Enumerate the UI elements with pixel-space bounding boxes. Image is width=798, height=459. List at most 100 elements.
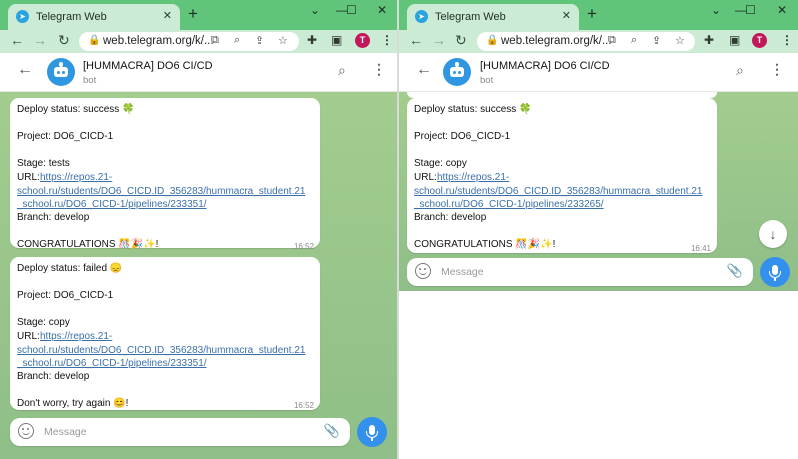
search-icon[interactable]: ⌕ bbox=[736, 62, 744, 79]
message-project: Project: DO6_CICD-1 bbox=[414, 131, 511, 142]
extensions-icon[interactable]: ✚ bbox=[704, 33, 714, 47]
install-app-icon[interactable]: ⧉ bbox=[211, 34, 219, 47]
tab-strip: ➤ Telegram Web ✕ + ⌄ — ☐ ✕ bbox=[399, 0, 798, 30]
plus-icon[interactable]: + bbox=[188, 4, 198, 24]
message-stage: Stage: copy bbox=[17, 317, 70, 328]
message-project: Project: DO6_CICD-1 bbox=[17, 131, 114, 142]
message-time: 16:41 bbox=[690, 244, 711, 253]
window-chevron-icon[interactable]: ⌄ bbox=[711, 3, 721, 17]
back-arrow-icon[interactable]: ← bbox=[17, 61, 33, 79]
reload-icon[interactable]: ↻ bbox=[455, 32, 467, 49]
arrow-right-icon[interactable]: → bbox=[432, 32, 446, 48]
address-bar[interactable]: 🔒 web.telegram.org/k/... ⧉ ⌕ ⇪ ☆ bbox=[477, 32, 695, 51]
back-arrow-icon[interactable]: ← bbox=[416, 61, 432, 79]
message-url-link[interactable]: https://repos.21- bbox=[40, 172, 112, 183]
close-window-icon[interactable]: ✕ bbox=[377, 3, 387, 17]
install-app-icon[interactable]: ⧉ bbox=[608, 34, 616, 47]
chat-header: ← [HUMMACRA] DO6 CI/CD bot ⌕ ⋮ bbox=[0, 53, 397, 92]
browser-toolbar: ← → ↻ 🔒 web.telegram.org/k/... ⧉ ⌕ ⇪ ☆ ✚… bbox=[399, 30, 798, 53]
window-chevron-icon[interactable]: ⌄ bbox=[310, 3, 320, 17]
message-url-link[interactable]: school.ru/students/DO6_CICD.ID_356283/hu… bbox=[17, 186, 306, 197]
smile-icon[interactable] bbox=[18, 423, 34, 439]
message-stage: Stage: tests bbox=[17, 158, 70, 169]
kebab-icon[interactable]: ⋮ bbox=[372, 61, 386, 78]
microphone-icon[interactable] bbox=[760, 257, 790, 287]
message-footer: CONGRATULATIONS 🎊🎉✨! bbox=[17, 239, 159, 250]
message-url-link[interactable]: school.ru/students/DO6_CICD.ID_356283/hu… bbox=[414, 186, 703, 197]
message-branch: Branch: develop bbox=[414, 212, 487, 223]
message-composer[interactable]: Message 📎 bbox=[407, 258, 753, 286]
plus-icon[interactable]: + bbox=[587, 4, 597, 24]
chat-area: Deploy status: success 🍀 Project: DO6_CI… bbox=[0, 92, 397, 459]
message-url-link[interactable]: _school.ru/DO6_CICD-1/pipelines/233351/ bbox=[17, 358, 207, 369]
share-icon[interactable]: ⇪ bbox=[652, 34, 661, 47]
arrow-right-icon[interactable]: → bbox=[33, 32, 47, 48]
telegram-icon: ➤ bbox=[415, 10, 428, 23]
message-composer[interactable]: Message 📎 bbox=[10, 418, 350, 446]
message-branch: Branch: develop bbox=[17, 371, 90, 382]
blank-area bbox=[399, 291, 798, 459]
close-icon[interactable]: ✕ bbox=[562, 9, 571, 22]
bookmark-star-icon[interactable]: ☆ bbox=[278, 34, 288, 47]
lock-icon: 🔒 bbox=[88, 35, 101, 46]
arrow-down-icon[interactable]: ↓ bbox=[759, 220, 787, 248]
reload-icon[interactable]: ↻ bbox=[58, 32, 70, 49]
url-text: web.telegram.org/k/... bbox=[103, 35, 214, 47]
side-panel-icon[interactable]: ▣ bbox=[331, 33, 342, 47]
bot-avatar[interactable] bbox=[47, 58, 75, 86]
right-browser-window: ➤ Telegram Web ✕ + ⌄ — ☐ ✕ ← → ↻ 🔒 web.t… bbox=[399, 0, 798, 459]
message-status: Deploy status: failed 😞 bbox=[17, 263, 123, 274]
maximize-icon[interactable]: ☐ bbox=[745, 3, 756, 17]
url-text: web.telegram.org/k/... bbox=[501, 35, 612, 47]
message-bubble[interactable]: Deploy status: success 🍀 Project: DO6_CI… bbox=[10, 98, 320, 251]
browser-menu-icon[interactable]: ⋮ bbox=[381, 33, 393, 47]
extensions-icon[interactable]: ✚ bbox=[307, 33, 317, 47]
message-bubble[interactable]: Deploy status: success 🍀 Project: DO6_CI… bbox=[407, 98, 717, 253]
side-panel-icon[interactable]: ▣ bbox=[729, 33, 740, 47]
chat-subtitle: bot bbox=[480, 75, 494, 86]
arrow-left-icon[interactable]: ← bbox=[10, 32, 24, 48]
chat-title[interactable]: [HUMMACRA] DO6 CI/CD bbox=[83, 60, 213, 72]
search-icon[interactable]: ⌕ bbox=[338, 62, 346, 79]
message-input[interactable]: Message bbox=[44, 426, 87, 438]
close-icon[interactable]: ✕ bbox=[163, 9, 172, 22]
message-status: Deploy status: success 🍀 bbox=[414, 104, 532, 115]
zoom-icon[interactable]: ⌕ bbox=[234, 34, 240, 47]
paperclip-icon[interactable]: 📎 bbox=[727, 263, 743, 279]
message-url-link[interactable]: _school.ru/DO6_CICD-1/pipelines/233265/ bbox=[414, 199, 604, 210]
message-url-label: URL: bbox=[414, 172, 437, 183]
arrow-left-icon[interactable]: ← bbox=[409, 32, 423, 48]
message-url-link[interactable]: school.ru/students/DO6_CICD.ID_356283/hu… bbox=[17, 345, 306, 356]
message-status: Deploy status: success 🍀 bbox=[17, 104, 135, 115]
browser-menu-icon[interactable]: ⋮ bbox=[781, 33, 793, 47]
message-bubble[interactable]: Deploy status: failed 😞 Project: DO6_CIC… bbox=[10, 257, 320, 410]
browser-toolbar: ← → ↻ 🔒 web.telegram.org/k/... ⧉ ⌕ ⇪ ☆ ✚… bbox=[0, 30, 397, 53]
bookmark-star-icon[interactable]: ☆ bbox=[675, 34, 685, 47]
address-bar[interactable]: 🔒 web.telegram.org/k/... ⧉ ⌕ ⇪ ☆ bbox=[79, 32, 299, 51]
bot-avatar[interactable] bbox=[443, 58, 471, 86]
message-url-link[interactable]: https://repos.21- bbox=[437, 172, 509, 183]
message-url-link[interactable]: https://repos.21- bbox=[40, 331, 112, 342]
message-footer: Don't worry, try again 😊! bbox=[17, 398, 129, 409]
smile-icon[interactable] bbox=[415, 263, 431, 279]
message-url-label: URL: bbox=[17, 331, 40, 342]
kebab-icon[interactable]: ⋮ bbox=[770, 61, 784, 78]
chat-title[interactable]: [HUMMACRA] DO6 CI/CD bbox=[480, 60, 610, 72]
message-input[interactable]: Message bbox=[441, 266, 484, 278]
browser-tab[interactable]: ➤ Telegram Web ✕ bbox=[8, 4, 180, 30]
message-time: 16:52 bbox=[293, 401, 314, 410]
profile-avatar[interactable]: T bbox=[752, 33, 767, 48]
profile-avatar[interactable]: T bbox=[355, 33, 370, 48]
paperclip-icon[interactable]: 📎 bbox=[324, 423, 340, 439]
message-branch: Branch: develop bbox=[17, 212, 90, 223]
maximize-icon[interactable]: ☐ bbox=[346, 3, 357, 17]
message-url-link[interactable]: _school.ru/DO6_CICD-1/pipelines/233351/ bbox=[17, 199, 207, 210]
share-icon[interactable]: ⇪ bbox=[255, 34, 264, 47]
message-project: Project: DO6_CICD-1 bbox=[17, 290, 114, 301]
zoom-icon[interactable]: ⌕ bbox=[631, 34, 637, 47]
browser-tab[interactable]: ➤ Telegram Web ✕ bbox=[407, 4, 579, 30]
microphone-icon[interactable] bbox=[357, 417, 387, 447]
left-browser-window: ➤ Telegram Web ✕ + ⌄ — ☐ ✕ ← → ↻ 🔒 web.t… bbox=[0, 0, 397, 459]
message-footer: CONGRATULATIONS 🎊🎉✨! bbox=[414, 239, 556, 250]
close-window-icon[interactable]: ✕ bbox=[777, 3, 787, 17]
